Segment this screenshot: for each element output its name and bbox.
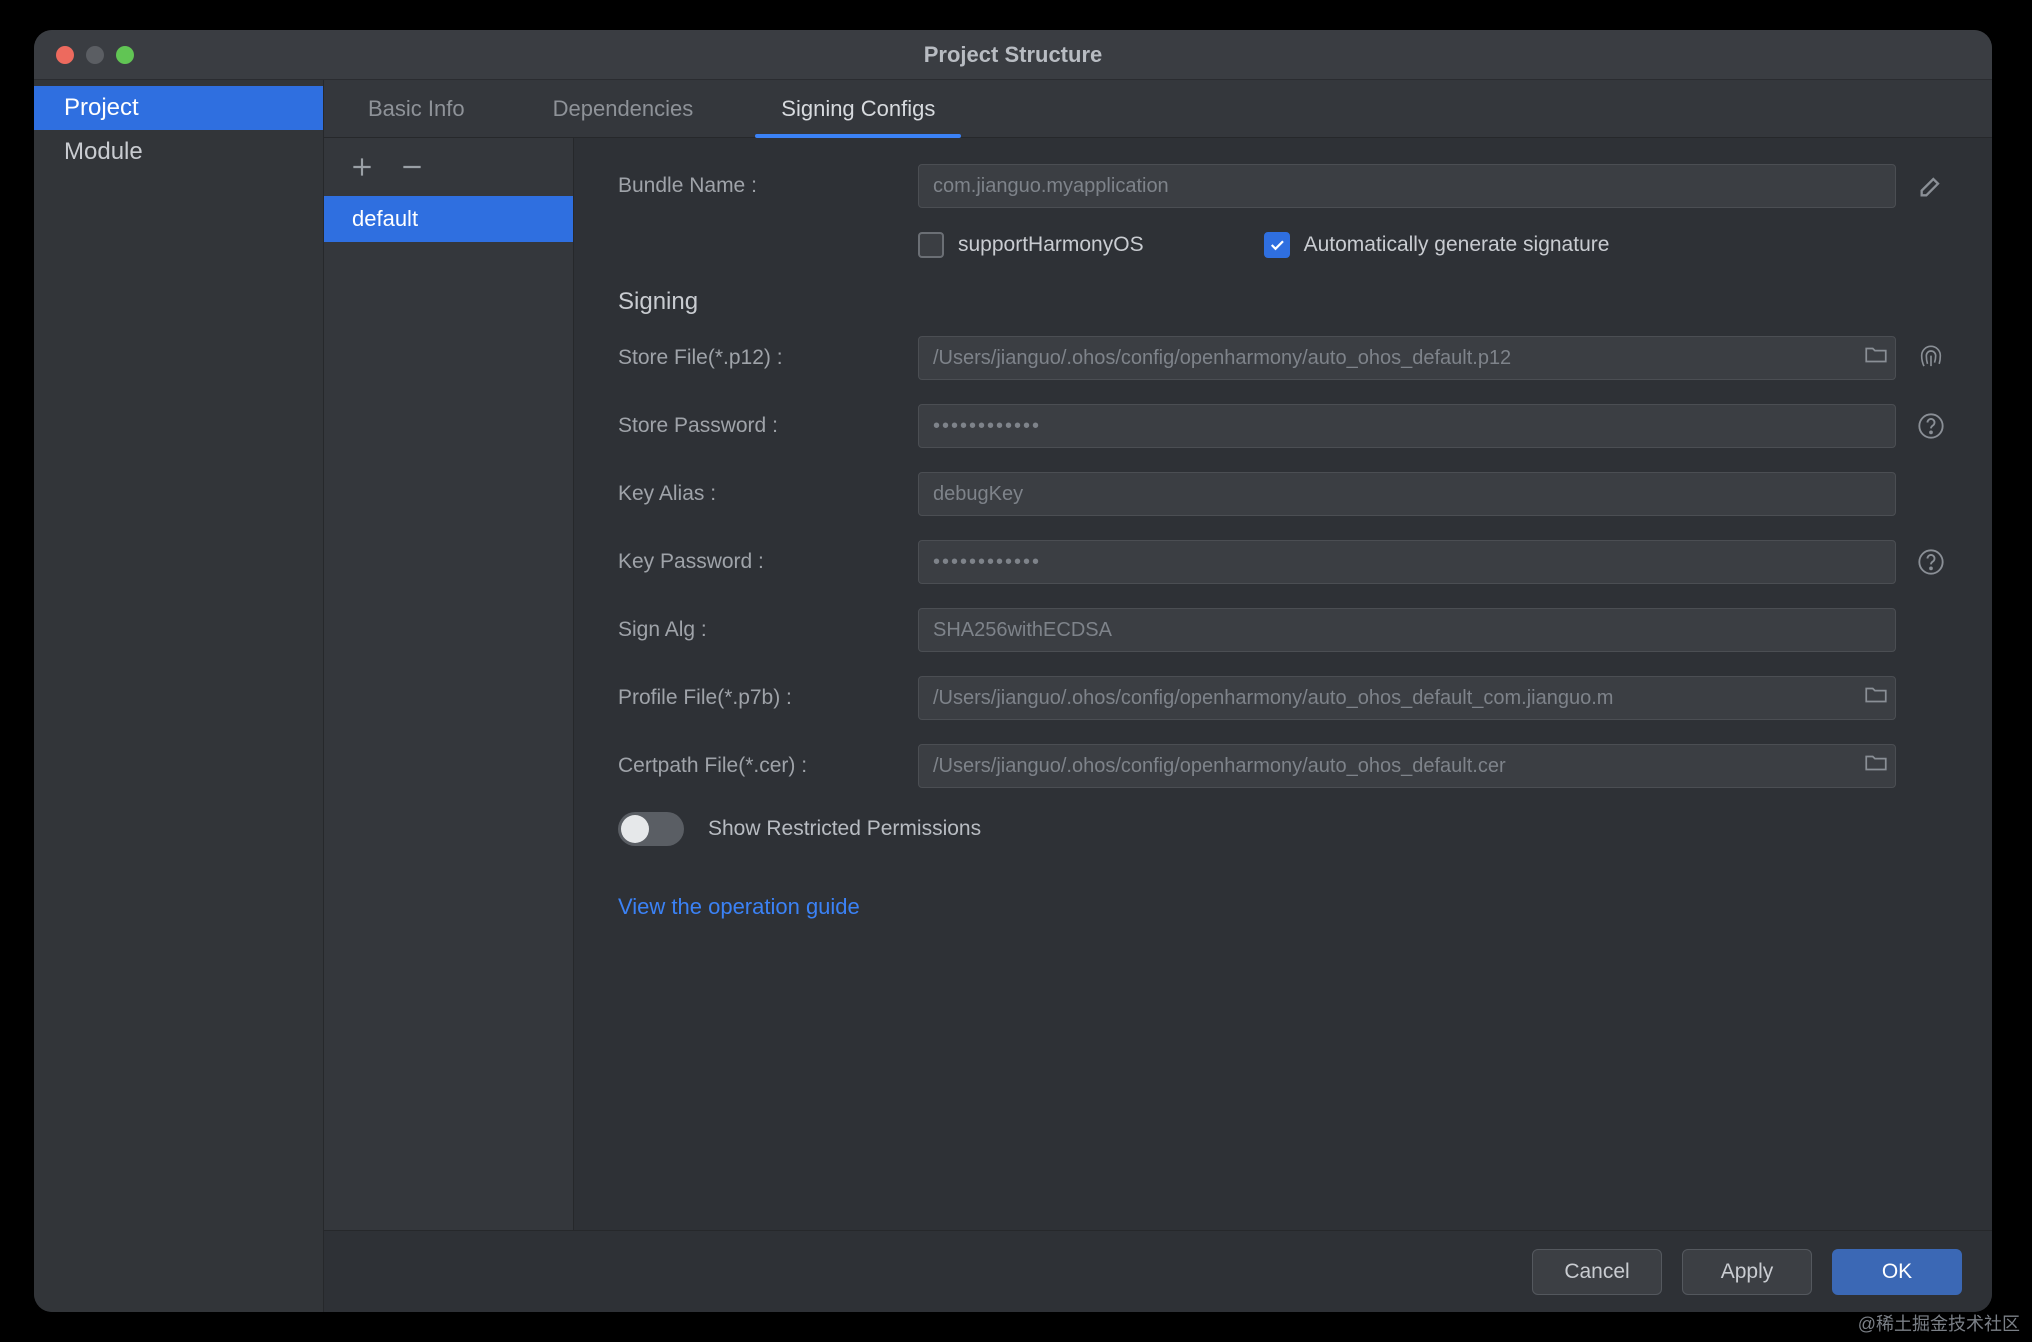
show-restricted-permissions-toggle[interactable] xyxy=(618,812,684,846)
key-alias-input[interactable]: debugKey xyxy=(918,472,1896,516)
fingerprint-icon[interactable] xyxy=(1914,341,1948,375)
remove-config-button[interactable] xyxy=(396,151,428,183)
tabs: Basic Info Dependencies Signing Configs xyxy=(324,80,1992,138)
folder-icon[interactable] xyxy=(1863,682,1889,714)
certpath-file-label: Certpath File(*.cer) : xyxy=(618,754,918,778)
key-password-label: Key Password : xyxy=(618,550,918,574)
store-file-label: Store File(*.p12) : xyxy=(618,346,918,370)
titlebar: Project Structure xyxy=(34,30,1992,80)
apply-button[interactable]: Apply xyxy=(1682,1249,1812,1295)
config-list-tools xyxy=(324,138,573,196)
watermark: @稀土掘金技术社区 xyxy=(1858,1310,2020,1336)
close-window-button[interactable] xyxy=(56,46,74,64)
content-row: default Bundle Name : com.jianguo.myappl… xyxy=(324,138,1992,1230)
key-password-input[interactable]: •••••••••••• xyxy=(918,540,1896,584)
key-alias-label: Key Alias : xyxy=(618,482,918,506)
minimize-window-button[interactable] xyxy=(86,46,104,64)
tab-dependencies[interactable]: Dependencies xyxy=(509,80,738,137)
signing-form: Bundle Name : com.jianguo.myapplication xyxy=(574,138,1992,1230)
show-restricted-permissions-label: Show Restricted Permissions xyxy=(708,817,981,841)
config-list-panel: default xyxy=(324,138,574,1230)
operation-guide-link[interactable]: View the operation guide xyxy=(618,894,860,920)
main-panel: Basic Info Dependencies Signing Configs … xyxy=(324,80,1992,1312)
auto-generate-signature-label: Automatically generate signature xyxy=(1304,233,1610,257)
bundle-name-input[interactable]: com.jianguo.myapplication xyxy=(918,164,1896,208)
project-structure-window: Project Structure Project Module Basic I… xyxy=(34,30,1992,1312)
tab-basic-info[interactable]: Basic Info xyxy=(324,80,509,137)
zoom-window-button[interactable] xyxy=(116,46,134,64)
store-password-input[interactable]: •••••••••••• xyxy=(918,404,1896,448)
add-config-button[interactable] xyxy=(346,151,378,183)
auto-generate-signature-checkbox[interactable] xyxy=(1264,232,1290,258)
folder-icon[interactable] xyxy=(1863,750,1889,782)
left-sidebar: Project Module xyxy=(34,80,324,1312)
cancel-button[interactable]: Cancel xyxy=(1532,1249,1662,1295)
sign-alg-input[interactable]: SHA256withECDSA xyxy=(918,608,1896,652)
ok-button[interactable]: OK xyxy=(1832,1249,1962,1295)
store-file-input[interactable]: /Users/jianguo/.ohos/config/openharmony/… xyxy=(918,336,1896,380)
store-password-label: Store Password : xyxy=(618,414,918,438)
profile-file-input[interactable]: /Users/jianguo/.ohos/config/openharmony/… xyxy=(918,676,1896,720)
config-item-default[interactable]: default xyxy=(324,196,573,242)
window-controls xyxy=(34,46,134,64)
dialog-footer: Cancel Apply OK xyxy=(324,1230,1992,1312)
bundle-name-label: Bundle Name : xyxy=(618,174,918,198)
help-icon[interactable] xyxy=(1914,545,1948,579)
support-harmonyos-checkbox[interactable] xyxy=(918,232,944,258)
window-body: Project Module Basic Info Dependencies S… xyxy=(34,80,1992,1312)
window-title: Project Structure xyxy=(34,42,1992,68)
tab-signing-configs[interactable]: Signing Configs xyxy=(737,80,979,137)
profile-file-label: Profile File(*.p7b) : xyxy=(618,686,918,710)
edit-bundle-name-button[interactable] xyxy=(1914,169,1948,203)
folder-icon[interactable] xyxy=(1863,342,1889,374)
support-harmonyos-label: supportHarmonyOS xyxy=(958,233,1144,257)
help-icon[interactable] xyxy=(1914,409,1948,443)
sidebar-item-module[interactable]: Module xyxy=(34,130,323,174)
certpath-file-input[interactable]: /Users/jianguo/.ohos/config/openharmony/… xyxy=(918,744,1896,788)
sign-alg-label: Sign Alg : xyxy=(618,618,918,642)
signing-section-title: Signing xyxy=(618,288,1948,316)
sidebar-item-project[interactable]: Project xyxy=(34,86,323,130)
